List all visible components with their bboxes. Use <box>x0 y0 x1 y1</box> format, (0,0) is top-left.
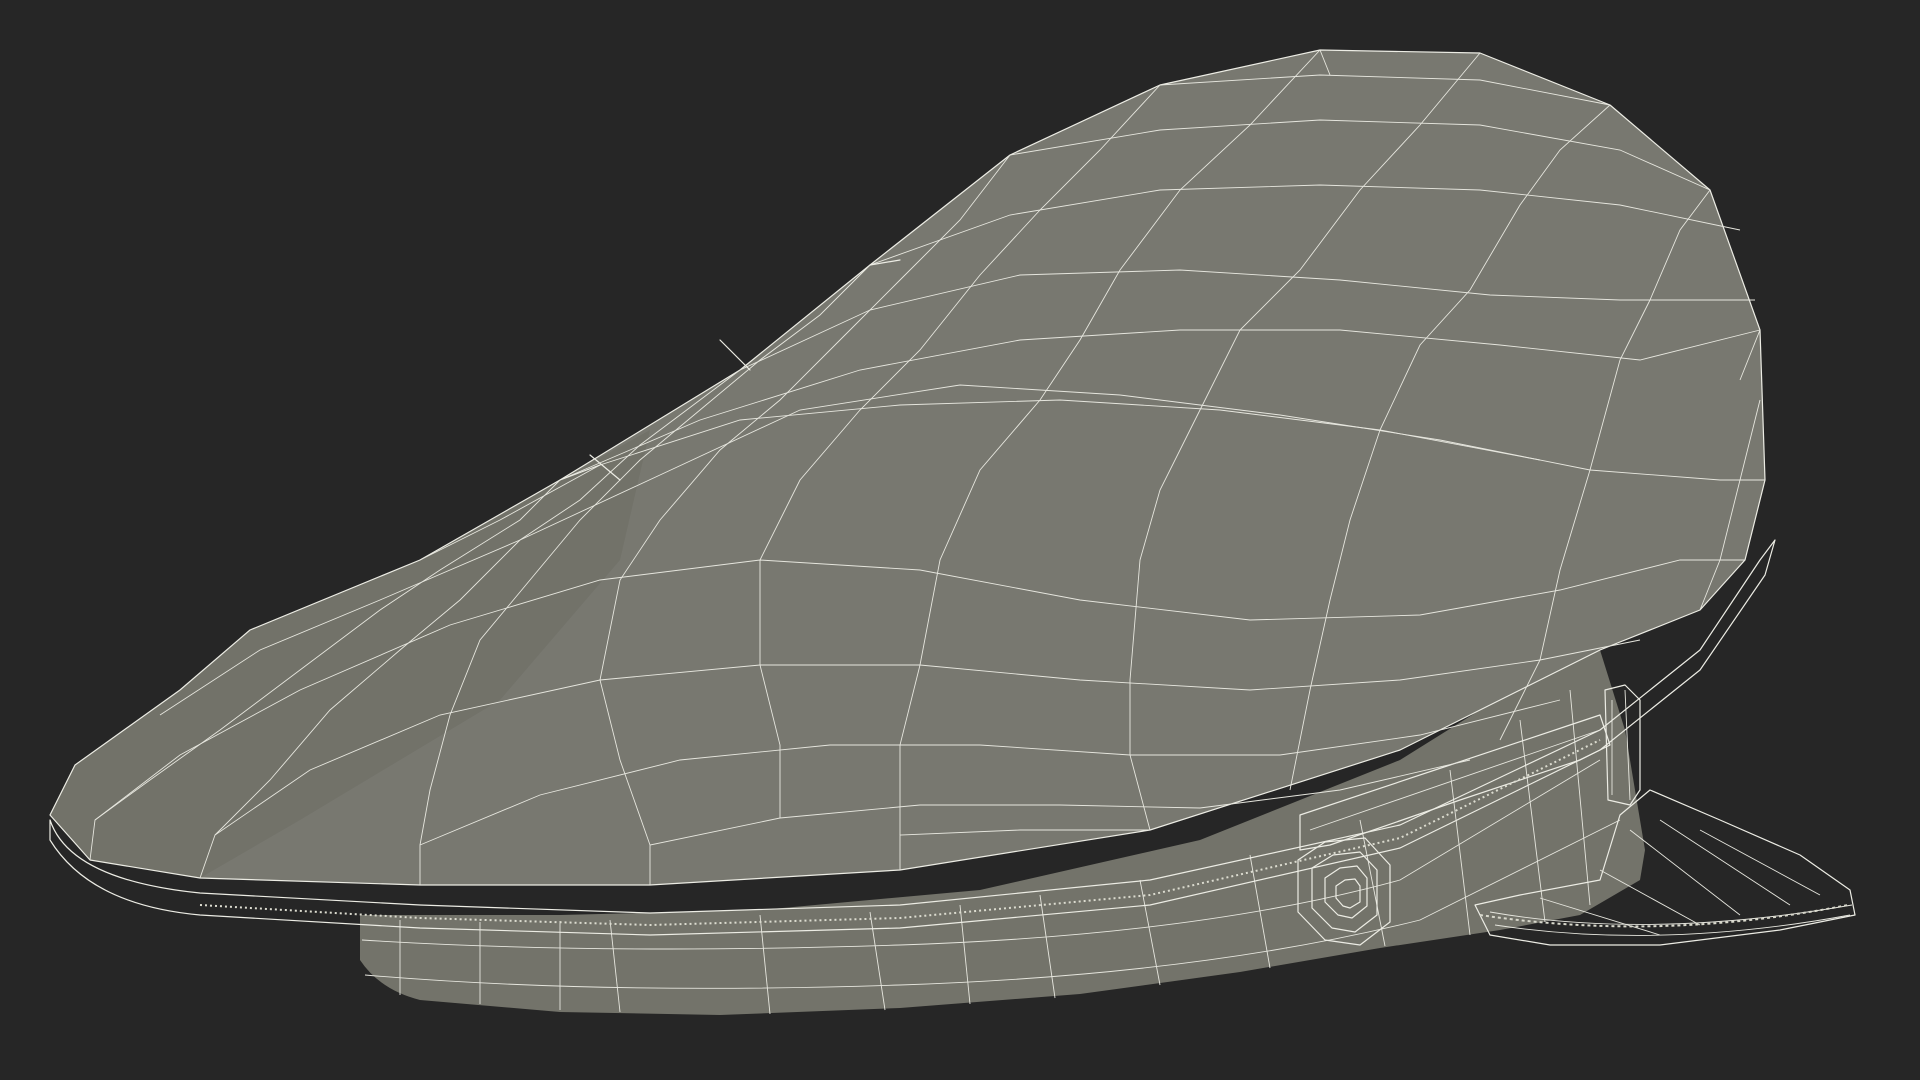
render-viewport <box>0 0 1920 1080</box>
cap-model <box>49 49 1856 1015</box>
